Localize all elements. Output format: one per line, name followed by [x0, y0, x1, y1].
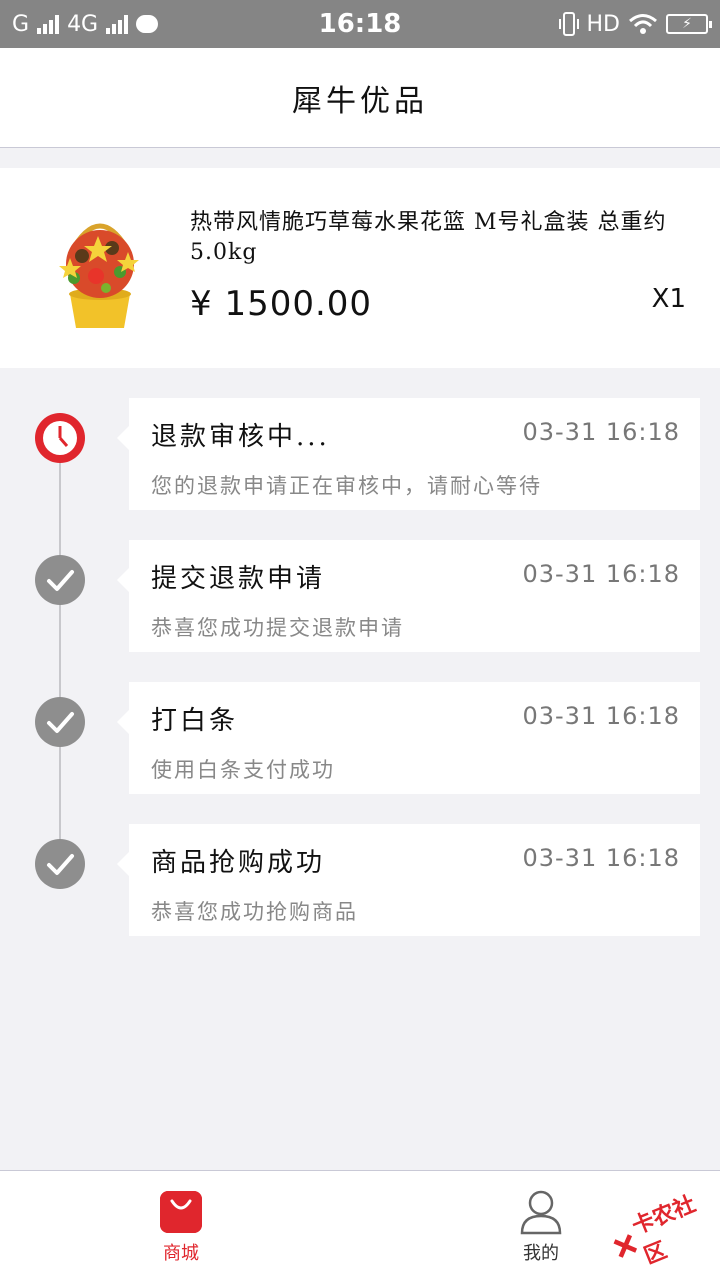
timeline-item-title: 提交退款申请 — [151, 564, 326, 594]
timeline-item-refund-submitted: 提交退款申请 03-31 16:18 恭喜您成功提交退款申请 — [117, 540, 700, 652]
timeline-item-desc: 您的退款申请正在审核中，请耐心等待 — [151, 474, 542, 498]
timeline-item-title: 商品抢购成功 — [151, 848, 326, 878]
timeline-line — [59, 438, 61, 860]
check-icon — [35, 555, 85, 605]
timeline-item-time: 03-31 16:18 — [522, 844, 680, 872]
timeline-item-desc: 使用白条支付成功 — [151, 758, 335, 782]
timeline-item-desc: 恭喜您成功抢购商品 — [151, 900, 358, 924]
timeline-item-time: 03-31 16:18 — [522, 418, 680, 446]
wifi-icon — [629, 14, 657, 34]
message-notification-icon — [136, 15, 159, 33]
timeline-item-time: 03-31 16:18 — [522, 702, 680, 730]
page-title: 犀牛优品 — [292, 83, 428, 119]
nav-label-mall: 商城 — [163, 1243, 199, 1264]
timeline-item-iou-payment: 打白条 03-31 16:18 使用白条支付成功 — [117, 682, 700, 794]
status-bar-right: HD ⚡ — [558, 11, 712, 37]
product-quantity: X1 — [651, 284, 686, 314]
product-name: 热带风情脆巧草莓水果花篮 M号礼盒装 总重约5.0kg — [190, 210, 667, 265]
network-label: 4G — [67, 11, 99, 37]
timeline-item-time: 03-31 16:18 — [522, 560, 680, 588]
check-icon — [35, 839, 85, 889]
status-bar-left: G 4G — [12, 11, 159, 37]
carrier-label: G — [12, 11, 30, 37]
product-image — [59, 223, 139, 328]
clock-icon — [35, 413, 85, 463]
signal-icon — [37, 14, 60, 34]
signal-icon-2 — [106, 14, 129, 34]
page-header: 犀牛优品 — [0, 48, 720, 148]
status-bar: G 4G 16:18 HD ⚡ — [0, 0, 720, 48]
nav-item-me[interactable]: 我的 — [491, 1171, 591, 1280]
timeline-item-title: 打白条 — [151, 706, 239, 736]
timeline-item-title: 退款审核中... — [151, 422, 330, 452]
nav-label-me: 我的 — [523, 1243, 559, 1264]
check-icon — [35, 697, 85, 747]
product-card[interactable]: 热带风情脆巧草莓水果花篮 M号礼盒装 总重约5.0kg ¥ 1500.00 X1 — [0, 168, 720, 368]
nav-item-mall[interactable]: 商城 — [131, 1171, 231, 1280]
timeline-item-refund-review: 退款审核中... 03-31 16:18 您的退款申请正在审核中，请耐心等待 — [117, 398, 700, 510]
user-icon — [520, 1190, 562, 1235]
battery-icon: ⚡ — [666, 14, 712, 34]
product-price: ¥ 1500.00 — [190, 284, 373, 324]
shopping-bag-icon — [160, 1191, 202, 1233]
vibrate-icon — [558, 12, 579, 36]
hd-label: HD — [586, 11, 620, 37]
timeline-item-desc: 恭喜您成功提交退款申请 — [151, 616, 404, 640]
timeline-item-purchase-success: 商品抢购成功 03-31 16:18 恭喜您成功抢购商品 — [117, 824, 700, 936]
